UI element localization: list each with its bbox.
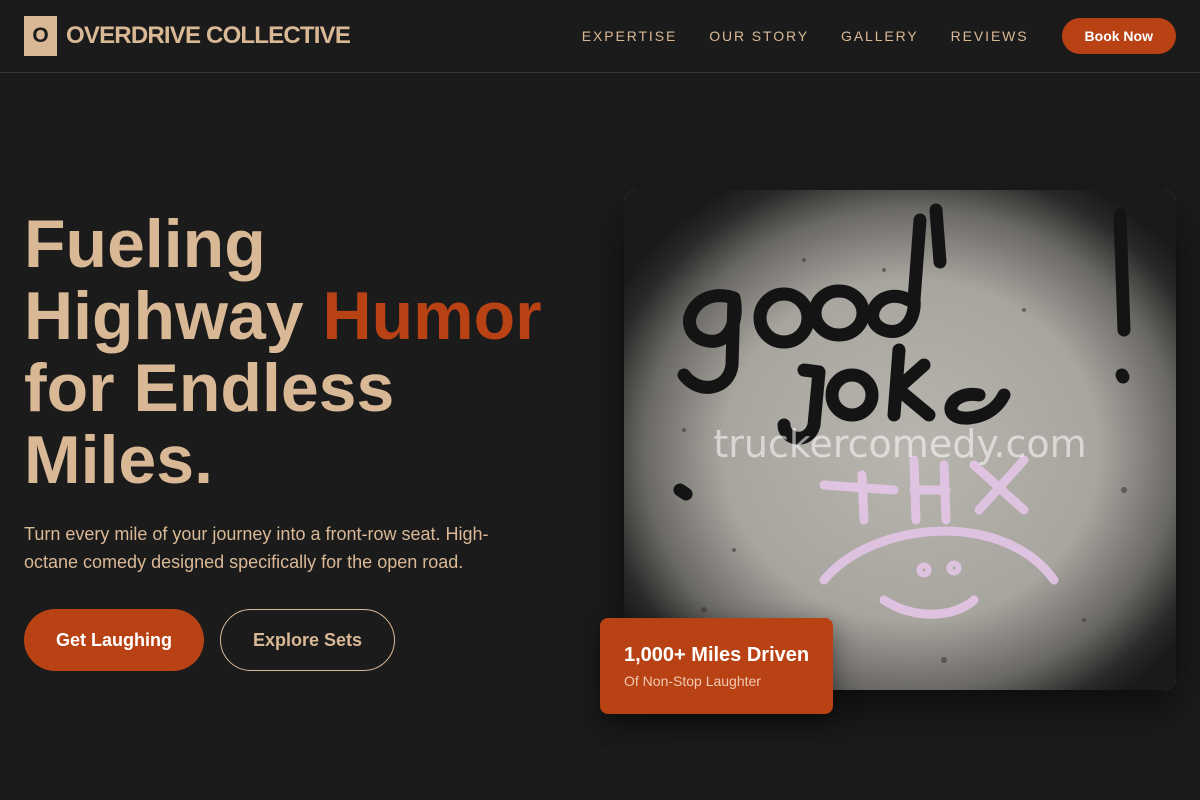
headline-accent: Humor bbox=[322, 278, 542, 354]
headline-line-1: Fueling bbox=[24, 206, 266, 282]
site-header: O OVERDRIVE COLLECTIVE EXPERTISE OUR STO… bbox=[0, 0, 1200, 73]
image-watermark: truckercomedy.com bbox=[713, 422, 1087, 466]
get-laughing-button[interactable]: Get Laughing bbox=[24, 609, 204, 671]
logo-mark: O bbox=[24, 16, 57, 56]
stat-card: 1,000+ Miles Driven Of Non-Stop Laughter bbox=[600, 618, 833, 714]
stat-subtitle: Of Non-Stop Laughter bbox=[624, 673, 761, 689]
hero-image: truckercomedy.com bbox=[624, 190, 1176, 690]
nav-link-gallery[interactable]: GALLERY bbox=[841, 28, 919, 44]
headline-line-4: Miles. bbox=[24, 422, 213, 498]
headline-line-3: for Endless bbox=[24, 350, 395, 426]
hero-subtext: Turn every mile of your journey into a f… bbox=[24, 524, 489, 572]
brand-name: OVERDRIVE COLLECTIVE bbox=[66, 22, 351, 49]
brand[interactable]: O OVERDRIVE COLLECTIVE bbox=[24, 16, 351, 56]
nav-link-expertise[interactable]: EXPERTISE bbox=[582, 28, 677, 44]
nav-link-our-story[interactable]: OUR STORY bbox=[709, 28, 809, 44]
main-nav: EXPERTISE OUR STORY GALLERY REVIEWS Book… bbox=[550, 18, 1176, 54]
stat-title: 1,000+ Miles Driven bbox=[624, 644, 810, 666]
explore-sets-button[interactable]: Explore Sets bbox=[220, 609, 395, 671]
book-now-button[interactable]: Book Now bbox=[1061, 18, 1176, 54]
headline-line-2: Highway bbox=[24, 278, 323, 354]
nav-link-reviews[interactable]: REVIEWS bbox=[951, 28, 1029, 44]
hero-headline: Fueling Highway Humor for Endless Miles. bbox=[24, 208, 604, 496]
cta-row: Get Laughing Explore Sets bbox=[24, 609, 395, 671]
